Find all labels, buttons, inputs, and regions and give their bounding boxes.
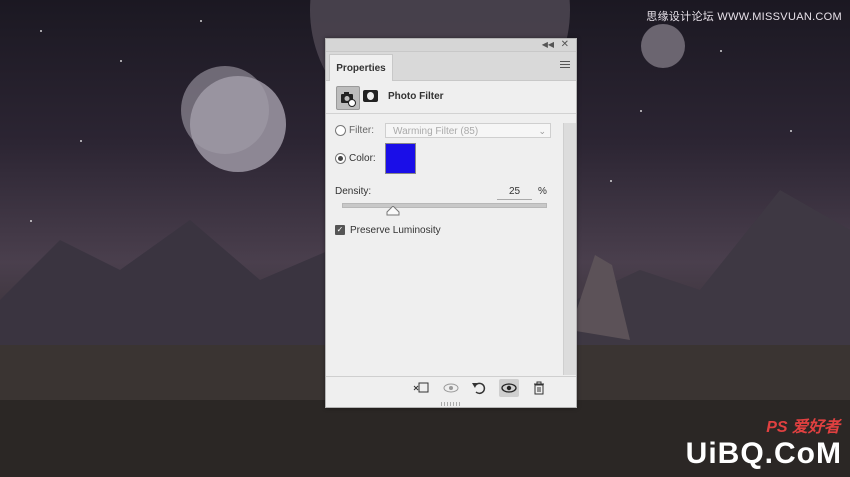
trash-icon[interactable] <box>529 379 549 397</box>
filter-row: Filter: Warming Filter (85) ⌄ <box>326 123 562 139</box>
reset-icon[interactable] <box>469 379 489 397</box>
adjustment-header: Photo Filter <box>326 81 576 114</box>
filter-select[interactable]: Warming Filter (85) ⌄ <box>385 123 551 138</box>
color-swatch[interactable] <box>385 143 416 174</box>
preserve-luminosity-label: Preserve Luminosity <box>350 225 441 236</box>
filter-select-value: Warming Filter (85) <box>393 126 479 137</box>
hamburger-menu-icon[interactable] <box>560 61 570 70</box>
tab-properties[interactable]: Properties <box>329 54 393 81</box>
watermark-suffix: .CoM <box>764 437 842 470</box>
close-icon[interactable]: ✕ <box>561 39 569 50</box>
watermark-ps: PS 爱好者 <box>766 419 840 436</box>
color-radio[interactable] <box>335 153 346 164</box>
density-input[interactable]: 25 <box>497 186 532 200</box>
preserve-luminosity-checkbox[interactable]: ✓ <box>335 225 345 235</box>
panel-content: Filter: Warming Filter (85) ⌄ Color: Den… <box>326 123 562 373</box>
filter-radio[interactable] <box>335 125 346 136</box>
filter-label: Filter: <box>349 125 374 136</box>
camera-filter-icon[interactable] <box>336 86 360 110</box>
watermark-top: 思缘设计论坛 WWW.MISSVUAN.COM <box>646 11 842 23</box>
color-label: Color: <box>349 153 376 164</box>
panel-tab-row: Properties <box>326 52 576 81</box>
resize-grip[interactable] <box>441 402 461 406</box>
density-label: Density: <box>335 186 372 197</box>
clip-to-layer-icon[interactable] <box>411 379 431 397</box>
double-chevron-icon[interactable]: ◀◀ <box>542 40 554 49</box>
adjustment-title: Photo Filter <box>388 91 444 102</box>
panel-bottom-toolbar <box>326 376 576 399</box>
view-previous-icon[interactable] <box>441 379 461 397</box>
panel-titlebar[interactable]: ◀◀ ✕ <box>326 39 576 52</box>
scrollbar[interactable] <box>563 123 576 375</box>
properties-panel: ◀◀ ✕ Properties Photo Filter Filter: War… <box>325 38 577 408</box>
layer-mask-icon[interactable] <box>363 90 378 102</box>
chevron-down-icon: ⌄ <box>538 126 546 136</box>
density-slider-track[interactable] <box>342 203 547 208</box>
watermark-prefix: UiBQ <box>685 437 765 470</box>
density-unit: % <box>538 186 547 197</box>
eye-icon[interactable] <box>499 379 519 397</box>
watermark-bottom: UiBQ.CoM <box>686 437 842 471</box>
